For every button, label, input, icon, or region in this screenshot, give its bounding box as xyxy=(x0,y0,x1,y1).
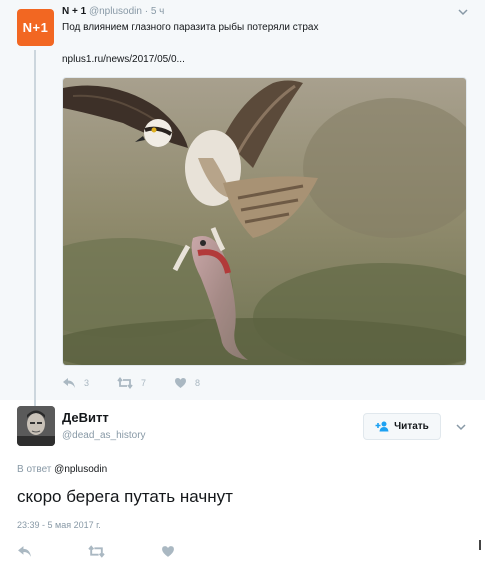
tweet-text: скоро берега путать начнут xyxy=(17,487,233,506)
tweet-actions xyxy=(17,545,231,558)
reply-to-mention[interactable]: @nplusodin xyxy=(54,464,107,475)
retweet-action[interactable] xyxy=(88,545,113,558)
separator-dot: · xyxy=(144,6,149,17)
like-action[interactable] xyxy=(161,545,183,558)
avatar-logo-text: N+1 xyxy=(22,20,49,35)
reply-action[interactable]: 3 xyxy=(62,377,89,389)
reply-count: 3 xyxy=(84,378,90,388)
tweet-actions: 3 7 8 xyxy=(62,376,228,390)
chevron-down-icon[interactable] xyxy=(456,5,470,19)
heart-icon xyxy=(175,378,187,388)
retweet-count: 7 xyxy=(141,378,147,388)
reply-action[interactable] xyxy=(17,545,40,558)
reply-context: В ответ @nplusodin xyxy=(17,464,107,475)
reply-icon xyxy=(63,378,75,388)
tweet-timestamp[interactable]: 23:39 - 5 мая 2017 г. xyxy=(17,520,101,530)
author-handle[interactable]: @dead_as_history xyxy=(62,430,146,441)
thread-line xyxy=(34,50,36,410)
retweet-icon xyxy=(117,377,133,389)
osprey-with-fish-image xyxy=(63,78,466,365)
reply-icon xyxy=(18,546,31,557)
tweet-link[interactable]: nplus1.ru/news/2017/05/0... xyxy=(62,54,185,65)
like-count: 8 xyxy=(195,378,201,388)
avatar[interactable]: N+1 xyxy=(17,9,54,46)
follow-button[interactable]: Читать xyxy=(363,413,441,440)
like-action[interactable]: 8 xyxy=(174,377,200,389)
scroll-marker xyxy=(479,540,481,550)
tweet-photo[interactable] xyxy=(62,77,467,366)
heart-icon xyxy=(162,546,174,557)
chevron-down-icon[interactable] xyxy=(454,420,468,434)
user-portrait-image xyxy=(17,406,55,446)
tweet-header: N + 1 @nplusodin · 5 ч xyxy=(62,6,164,17)
retweet-action[interactable]: 7 xyxy=(117,377,146,389)
follow-button-label: Читать xyxy=(394,421,429,432)
parent-tweet[interactable]: N+1 N + 1 @nplusodin · 5 ч Под влиянием … xyxy=(0,0,485,410)
reply-to-prefix: В ответ xyxy=(17,464,52,475)
author-name[interactable]: N + 1 xyxy=(62,6,86,17)
author-handle[interactable]: @nplusodin xyxy=(89,6,142,17)
tweet-text: Под влиянием глазного паразита рыбы поте… xyxy=(62,22,319,33)
avatar[interactable] xyxy=(17,406,55,446)
retweet-icon xyxy=(88,545,105,558)
author-name[interactable]: ДеВитт xyxy=(62,410,109,425)
follow-person-icon xyxy=(375,421,389,432)
tweet-time[interactable]: 5 ч xyxy=(151,6,165,17)
